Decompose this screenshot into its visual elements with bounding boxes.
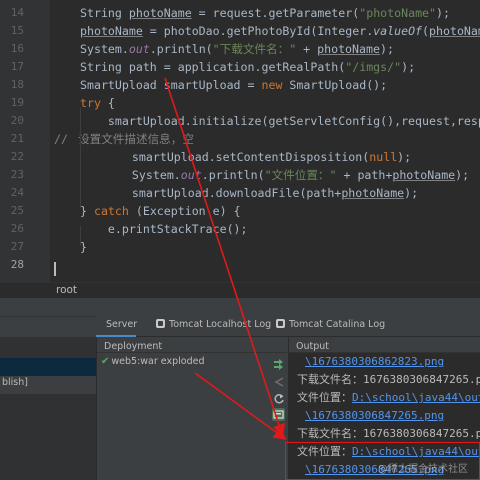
annotation-arrow <box>164 77 286 438</box>
annotation-arrows <box>164 77 287 440</box>
watermark: @稀土掘金技术社区 <box>378 464 468 475</box>
annotation-arrow <box>194 372 287 440</box>
